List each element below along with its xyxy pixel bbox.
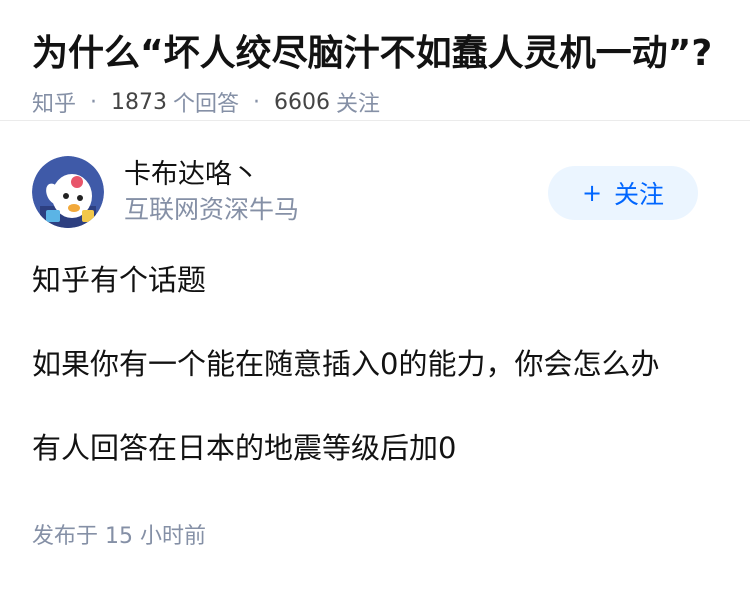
author-row: 卡布达咯丶 互联网资深牛马 + 关注 xyxy=(32,154,718,230)
avatar[interactable] xyxy=(32,156,104,228)
question-meta: 知乎 · 1873 个回答 · 6606 关注 xyxy=(32,86,718,118)
answer-paragraph: 有人回答在日本的地震等级后加0 xyxy=(32,431,457,465)
author-headline: 互联网资深牛马 xyxy=(124,195,300,224)
answer-content: 知乎有个话题 如果你有一个能在随意插入0的能力，你会怎么办 有人回答在日本的地震… xyxy=(32,260,718,468)
follow-button[interactable]: + 关注 xyxy=(548,166,698,220)
question-title[interactable]: 为什么“坏人绞尽脑汁不如蠢人灵机一动”? xyxy=(32,30,718,78)
follow-button-label: 关注 xyxy=(614,180,665,209)
posted-label: 发布于 xyxy=(32,524,99,549)
post-time: 发布于 15 小时前 xyxy=(32,518,718,550)
plus-icon: + xyxy=(581,179,603,207)
answer-card: 卡布达咯丶 互联网资深牛马 + 关注 知乎有个话题 如果你有一个能在随意插入0的… xyxy=(0,154,750,550)
question-header: 为什么“坏人绞尽脑汁不如蠢人灵机一动”? 知乎 · 1873 个回答 · 660… xyxy=(0,0,750,121)
separator-dot: · xyxy=(253,89,261,115)
follow-count-label: 关注 xyxy=(336,92,381,117)
answer-count-label[interactable]: 个回答 xyxy=(173,86,239,118)
follow-count: 6606 xyxy=(274,89,331,115)
author-name[interactable]: 卡布达咯丶 xyxy=(124,157,299,193)
separator-dot: · xyxy=(90,89,98,115)
answer-paragraph: 知乎有个话题 xyxy=(32,263,207,297)
answer-count: 1873 xyxy=(111,89,168,115)
source-label[interactable]: 知乎 xyxy=(32,86,76,118)
posted-time: 15 小时前 xyxy=(105,524,207,549)
author-info: 卡布达咯丶 互联网资深牛马 xyxy=(124,157,299,227)
answer-paragraph: 如果你有一个能在随意插入0的能力，你会怎么办 xyxy=(32,347,660,381)
